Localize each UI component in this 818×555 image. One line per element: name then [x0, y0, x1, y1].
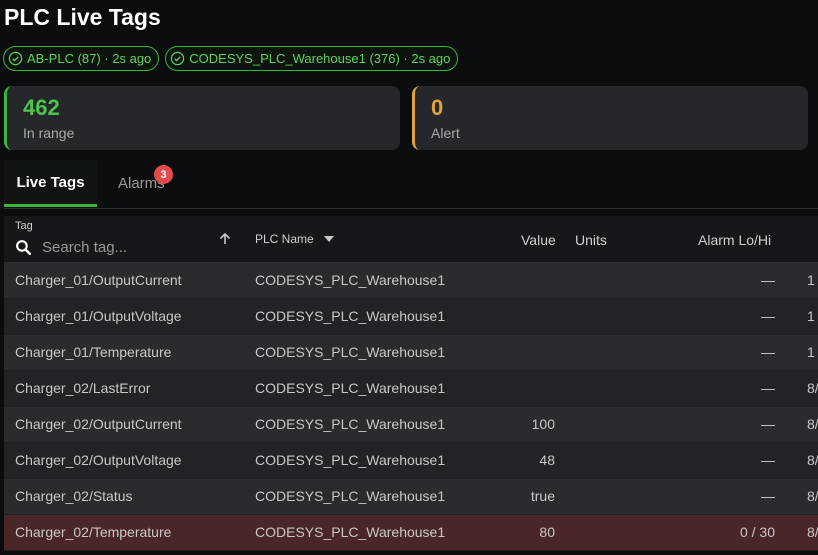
cell-value: true: [530, 488, 555, 504]
cell-alarm: —: [761, 452, 775, 468]
cell-value: 80: [539, 524, 555, 540]
page-title: PLC Live Tags: [4, 4, 161, 30]
cell-overflow: 1: [807, 272, 815, 288]
cell-tag: Charger_02/Status: [15, 488, 133, 504]
cell-alarm: —: [761, 308, 775, 324]
column-header-plc[interactable]: PLC Name: [255, 232, 314, 246]
alert-count: 0: [431, 95, 444, 120]
cell-overflow: 8/: [807, 416, 818, 432]
alert-label: Alert: [431, 125, 460, 141]
cell-value: 100: [531, 416, 555, 432]
chip-label: AB-PLC (87) · 2s ago: [27, 51, 152, 66]
arrow-up-icon[interactable]: [218, 232, 232, 246]
table-row[interactable]: Charger_01/OutputCurrent CODESYS_PLC_War…: [4, 263, 818, 299]
cell-plc: CODESYS_PLC_Warehouse1: [255, 452, 446, 468]
cell-alarm: —: [761, 380, 775, 396]
column-header-alarm[interactable]: Alarm Lo/Hi: [698, 232, 771, 248]
table-header: Tag PLC Name Value Units Alarm Lo/Hi: [4, 216, 818, 263]
table-row[interactable]: Charger_01/OutputVoltage CODESYS_PLC_War…: [4, 299, 818, 335]
in-range-label: In range: [23, 125, 75, 141]
cell-plc: CODESYS_PLC_Warehouse1: [255, 524, 446, 540]
table-row[interactable]: Charger_02/OutputVoltage CODESYS_PLC_War…: [4, 443, 818, 479]
cell-overflow: 8/: [807, 452, 818, 468]
cell-plc: CODESYS_PLC_Warehouse1: [255, 308, 446, 324]
cell-alarm: —: [761, 488, 775, 504]
check-circle-icon: [171, 51, 185, 66]
tag-search: [15, 238, 204, 257]
column-header-tag: Tag: [15, 220, 33, 232]
cell-alarm: —: [761, 344, 775, 360]
cell-tag: Charger_02/LastError: [15, 380, 151, 396]
search-icon: [16, 240, 32, 256]
cell-tag: Charger_01/OutputCurrent: [15, 272, 182, 288]
tags-table: Tag PLC Name Value Units Alarm Lo/Hi Cha…: [4, 216, 818, 551]
cell-plc: CODESYS_PLC_Warehouse1: [255, 416, 446, 432]
tab-bar: Live Tags Alarms: [4, 160, 818, 209]
cell-overflow: 1: [807, 308, 815, 324]
table-row[interactable]: Charger_02/Status CODESYS_PLC_Warehouse1…: [4, 479, 818, 515]
cell-tag: Charger_02/OutputCurrent: [15, 416, 182, 432]
stat-card-alert[interactable]: 0 Alert: [412, 86, 808, 150]
cell-tag: Charger_01/Temperature: [15, 344, 172, 360]
cell-tag: Charger_01/OutputVoltage: [15, 308, 182, 324]
search-input[interactable]: [40, 238, 204, 257]
alarms-count-badge: 3: [154, 165, 173, 184]
plc-status-chips: AB-PLC (87) · 2s ago CODESYS_PLC_Warehou…: [3, 46, 459, 71]
cell-overflow: 8/: [807, 488, 818, 504]
table-row[interactable]: Charger_01/Temperature CODESYS_PLC_Wareh…: [4, 335, 818, 371]
cell-overflow: 8/: [807, 380, 818, 396]
cell-alarm: 0 / 30: [739, 524, 775, 540]
stat-card-in-range[interactable]: 462 In range: [4, 86, 400, 150]
cell-tag: Charger_02/Temperature: [15, 524, 172, 540]
cell-tag: Charger_02/OutputVoltage: [15, 452, 182, 468]
cell-plc: CODESYS_PLC_Warehouse1: [255, 488, 446, 504]
check-circle-icon: [8, 51, 23, 66]
cell-plc: CODESYS_PLC_Warehouse1: [255, 272, 446, 288]
cell-alarm: —: [761, 272, 775, 288]
table-row[interactable]: Charger_02/OutputCurrent CODESYS_PLC_War…: [4, 407, 818, 443]
chip-label: CODESYS_PLC_Warehouse1 (376) · 2s ago: [189, 51, 451, 66]
plc-chip-ab[interactable]: AB-PLC (87) · 2s ago: [3, 46, 160, 71]
plc-chip-codesys[interactable]: CODESYS_PLC_Warehouse1 (376) · 2s ago: [165, 46, 459, 71]
column-header-value[interactable]: Value: [521, 232, 556, 248]
cell-overflow: 1: [807, 344, 815, 360]
cell-overflow: 8/: [807, 524, 818, 540]
cell-plc: CODESYS_PLC_Warehouse1: [255, 344, 446, 360]
tab-live-tags[interactable]: Live Tags: [4, 160, 97, 207]
in-range-count: 462: [23, 95, 60, 120]
column-header-units[interactable]: Units: [575, 232, 607, 248]
cell-value: 48: [539, 452, 555, 468]
table-row[interactable]: Charger_02/LastError CODESYS_PLC_Warehou…: [4, 371, 818, 407]
caret-down-icon[interactable]: [324, 236, 334, 242]
cell-plc: CODESYS_PLC_Warehouse1: [255, 380, 446, 396]
cell-alarm: —: [761, 416, 775, 432]
table-row-alert[interactable]: Charger_02/Temperature CODESYS_PLC_Wareh…: [4, 515, 818, 551]
